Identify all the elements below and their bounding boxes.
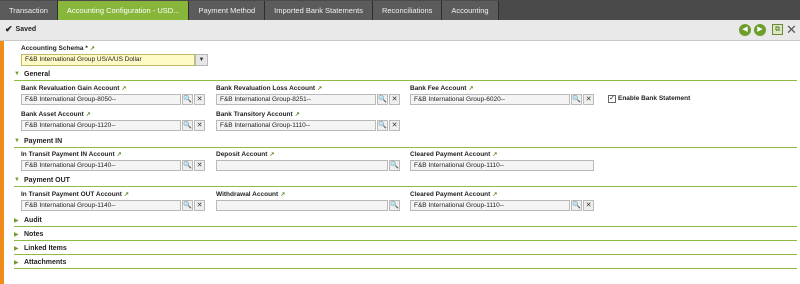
toolbar: ✔ Saved ◀ ▶ ⧉ ✕ (0, 20, 800, 41)
transitory-account-field[interactable]: F&B International Group-1110-- (216, 120, 376, 131)
triangle-down-icon: ▼ (14, 138, 20, 144)
checkmark-icon: ✔ (5, 24, 13, 34)
loss-account-field[interactable]: F&B International Group-8251-- (216, 94, 376, 105)
link-arrow-icon[interactable]: ↗ (121, 86, 126, 92)
link-arrow-icon[interactable]: ↗ (269, 152, 274, 158)
clear-x-icon[interactable]: ✕ (194, 200, 205, 211)
search-icon[interactable]: 🔍 (571, 200, 582, 211)
cleared-in-field[interactable]: F&B International Group-1110-- (410, 160, 594, 171)
section-linked-items[interactable]: ▶ Linked Items (14, 243, 797, 255)
clear-x-icon[interactable]: ✕ (583, 94, 594, 105)
link-arrow-icon[interactable]: ↗ (492, 152, 497, 158)
triangle-down-icon: ▼ (14, 177, 20, 183)
link-arrow-icon[interactable]: ↗ (295, 112, 300, 118)
fee-account-label: Bank Fee Account ↗ (410, 85, 474, 92)
clear-x-icon[interactable]: ✕ (194, 120, 205, 131)
section-notes[interactable]: ▶ Notes (14, 229, 797, 241)
next-record-icon[interactable]: ▶ (754, 24, 766, 36)
link-arrow-icon[interactable]: ↗ (124, 192, 129, 198)
deposit-account-label: Deposit Account ↗ (216, 151, 275, 158)
search-icon[interactable]: 🔍 (182, 200, 193, 211)
tab-imported-bank-statements[interactable]: Imported Bank Statements (265, 1, 373, 20)
link-arrow-icon[interactable]: ↗ (492, 192, 497, 198)
previous-record-icon[interactable]: ◀ (739, 24, 751, 36)
link-arrow-icon[interactable]: ↗ (90, 46, 95, 52)
cleared-in-label: Cleared Payment Account ↗ (410, 151, 498, 158)
search-icon[interactable]: 🔍 (571, 94, 582, 105)
link-arrow-icon[interactable]: ↗ (280, 192, 285, 198)
deposit-account-field[interactable] (216, 160, 388, 171)
section-audit[interactable]: ▶ Audit (14, 215, 797, 227)
search-icon[interactable]: 🔍 (377, 120, 388, 131)
enable-bank-statement-checkbox[interactable]: ✓ (608, 95, 616, 103)
enable-bank-statement-label: Enable Bank Statement (618, 95, 691, 102)
section-payment-in[interactable]: ▼ Payment IN (14, 136, 797, 148)
clear-x-icon[interactable]: ✕ (389, 120, 400, 131)
transit-out-label: In Transit Payment OUT Account ↗ (21, 191, 129, 198)
loss-account-label: Bank Revaluation Loss Account ↗ (216, 85, 323, 92)
search-icon[interactable]: 🔍 (182, 94, 193, 105)
search-icon[interactable]: 🔍 (389, 200, 400, 211)
section-general[interactable]: ▼ General (14, 69, 797, 81)
schema-select[interactable]: F&B International Group US/A/US Dollar (21, 54, 195, 66)
withdrawal-account-label: Withdrawal Account ↗ (216, 191, 286, 198)
asset-account-label: Bank Asset Account ↗ (21, 111, 91, 118)
withdrawal-account-field[interactable] (216, 200, 388, 211)
clear-x-icon[interactable]: ✕ (194, 94, 205, 105)
section-payment-out[interactable]: ▼ Payment OUT (14, 175, 797, 187)
link-arrow-icon[interactable]: ↗ (86, 112, 91, 118)
clear-x-icon[interactable]: ✕ (583, 200, 594, 211)
cleared-out-label: Cleared Payment Account ↗ (410, 191, 498, 198)
triangle-right-icon: ▶ (14, 260, 19, 266)
transitory-account-label: Bank Transitory Account ↗ (216, 111, 300, 118)
gain-account-label: Bank Revaluation Gain Account ↗ (21, 85, 127, 92)
link-arrow-icon[interactable]: ↗ (317, 86, 322, 92)
triangle-down-icon: ▼ (14, 71, 20, 77)
tab-payment-method[interactable]: Payment Method (189, 1, 266, 20)
gain-account-field[interactable]: F&B International Group-8050-- (21, 94, 181, 105)
tab-bar: Transaction Accounting Configuration - U… (0, 0, 800, 20)
search-icon[interactable]: 🔍 (389, 160, 400, 171)
clear-x-icon[interactable]: ✕ (389, 94, 400, 105)
tab-accounting-configuration[interactable]: Accounting Configuration - USD... (57, 1, 190, 20)
status-text: Saved (15, 26, 37, 33)
tab-accounting[interactable]: Accounting (442, 1, 499, 20)
clear-x-icon[interactable]: ✕ (194, 160, 205, 171)
transit-in-field[interactable]: F&B International Group-1140-- (21, 160, 181, 171)
section-attachments[interactable]: ▶ Attachments (14, 257, 797, 269)
transit-in-label: In Transit Payment IN Account ↗ (21, 151, 122, 158)
status-saved: ✔ Saved (5, 25, 36, 34)
link-arrow-icon[interactable]: ↗ (117, 152, 122, 158)
triangle-right-icon: ▶ (14, 232, 19, 238)
search-icon[interactable]: 🔍 (182, 160, 193, 171)
left-accent-bar (0, 41, 4, 284)
transit-out-field[interactable]: F&B International Group-1140-- (21, 200, 181, 211)
link-arrow-icon[interactable]: ↗ (468, 86, 473, 92)
triangle-right-icon: ▶ (14, 218, 19, 224)
asset-account-field[interactable]: F&B International Group-1120-- (21, 120, 181, 131)
fee-account-field[interactable]: F&B International Group-6020-- (410, 94, 570, 105)
maximize-icon[interactable]: ⧉ (772, 24, 783, 35)
triangle-right-icon: ▶ (14, 246, 19, 252)
tab-reconciliations[interactable]: Reconciliations (372, 1, 443, 20)
cleared-out-field[interactable]: F&B International Group-1110-- (410, 200, 570, 211)
chevron-down-icon[interactable]: ▼ (195, 54, 208, 66)
search-icon[interactable]: 🔍 (377, 94, 388, 105)
close-icon[interactable]: ✕ (785, 22, 798, 37)
search-icon[interactable]: 🔍 (182, 120, 193, 131)
tab-transaction[interactable]: Transaction (0, 1, 58, 20)
schema-label: Accounting Schema * ↗ (21, 45, 95, 52)
